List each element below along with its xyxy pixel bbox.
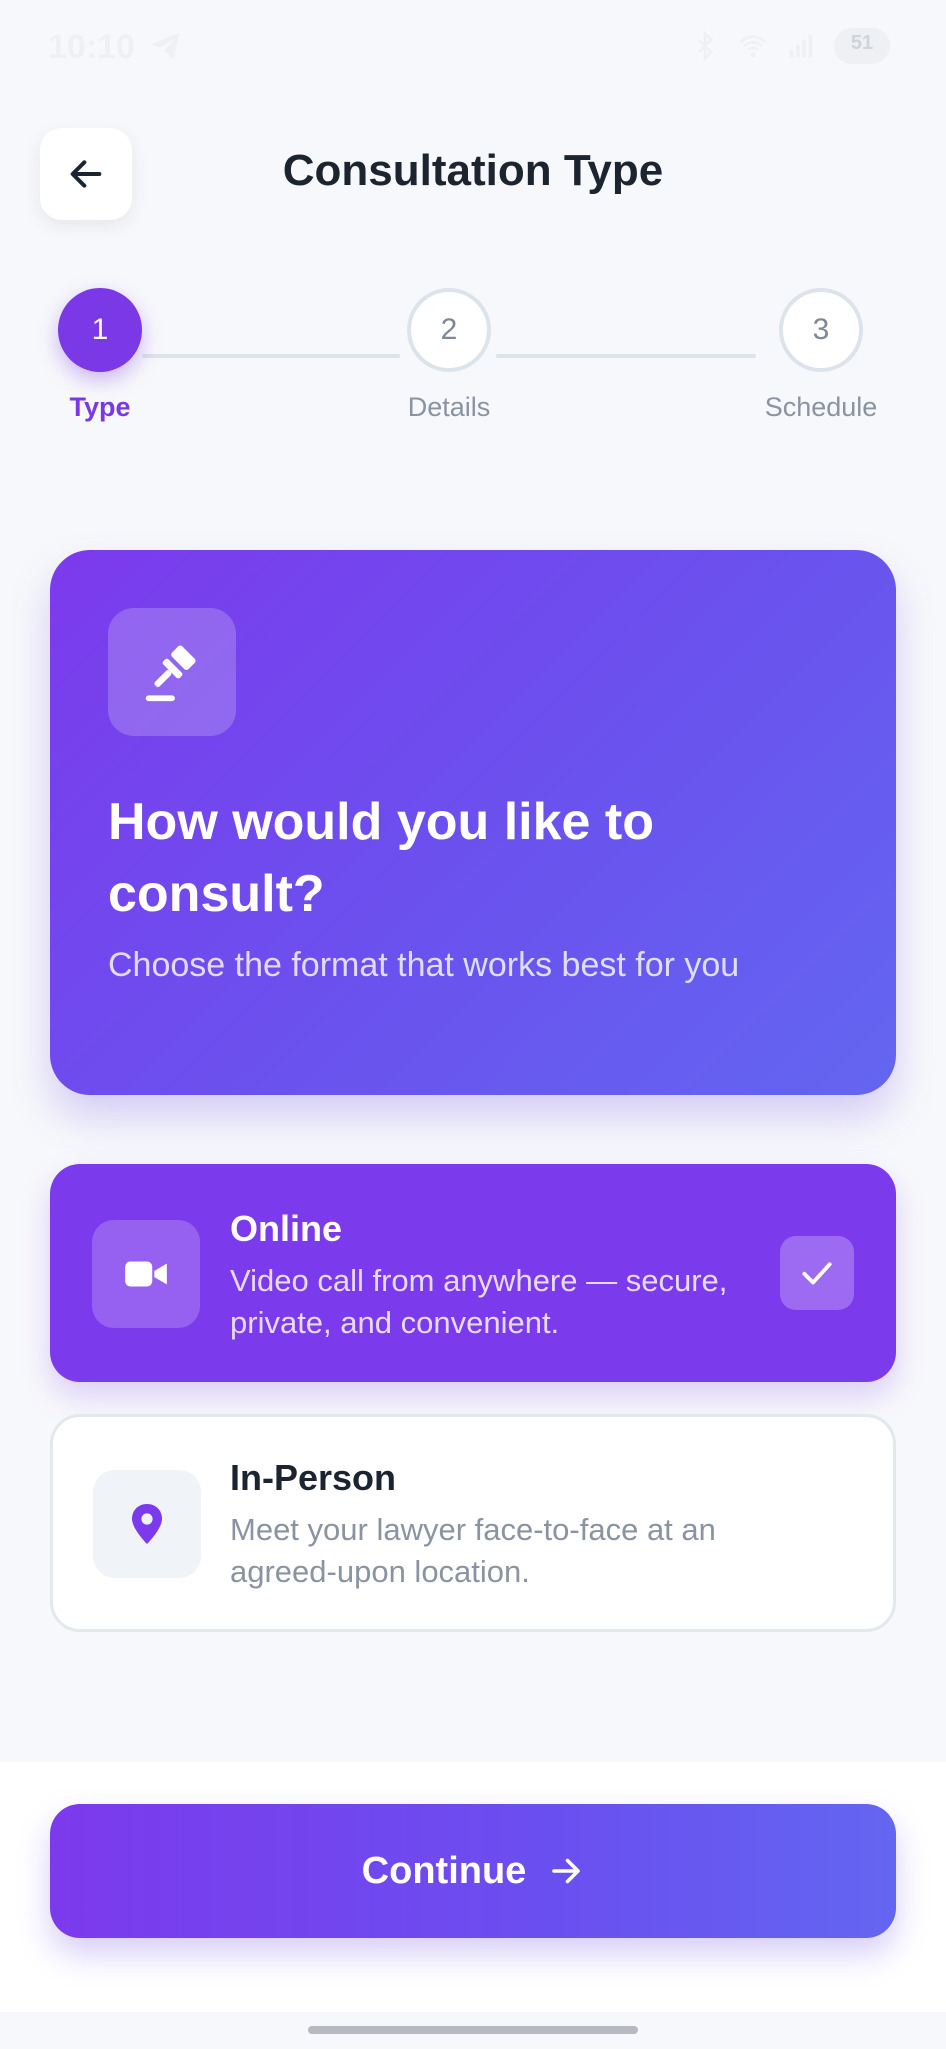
step-connector [142,354,400,358]
check-icon [802,1262,832,1285]
option-online-description: Video call from anywhere — secure, priva… [230,1263,728,1340]
home-indicator[interactable] [308,2026,638,2034]
step-1-label: Type [69,392,131,422]
battery-level: 51 [850,32,874,54]
step-3-circle[interactable]: 3 [779,288,863,372]
step-2-circle[interactable]: 2 [407,288,491,372]
option-in-person[interactable]: In-Person Meet your lawyer face-to-face … [50,1414,896,1632]
arrow-right-icon [552,1858,581,1884]
progress-stepper: 1 2 3 Type Details Schedule [0,288,946,428]
selected-checkbox[interactable] [780,1236,854,1310]
consultation-type-screen: 10:10 51 Consultation Type 1 2 3 Type De… [0,0,946,2049]
status-icons: 51 [690,28,890,64]
gavel-icon [108,608,236,736]
option-in-person-description: Meet your lawyer face-to-face at an agre… [230,1512,716,1589]
battery-icon: 51 [834,28,890,64]
continue-button[interactable]: Continue [50,1804,896,1938]
telegram-icon [151,32,180,60]
map-pin-icon [93,1470,201,1578]
status-bar: 10:10 51 [0,0,946,100]
status-time: 10:10 [48,28,135,66]
signal-icon [789,34,813,58]
hero-subtitle: Choose the format that works best for yo… [108,946,740,984]
step-1-circle[interactable]: 1 [58,288,142,372]
step-2-label: Details [407,392,491,422]
option-in-person-title: In-Person [230,1457,397,1498]
option-online-title: Online [230,1208,343,1249]
wifi-icon [739,35,767,58]
option-online[interactable]: Online Video call from anywhere — secure… [50,1164,896,1382]
page-title: Consultation Type [282,146,664,195]
continue-button-label: Continue [361,1849,527,1892]
step-3-label: Schedule [764,392,878,422]
hero-card: How would you like to consult? Choose th… [50,550,896,1095]
hero-title: How would you like to consult? [108,793,654,923]
footer-bar: Continue [0,1762,946,2012]
step-connector [496,354,756,358]
video-camera-icon [92,1220,200,1328]
bluetooth-icon [697,31,714,61]
